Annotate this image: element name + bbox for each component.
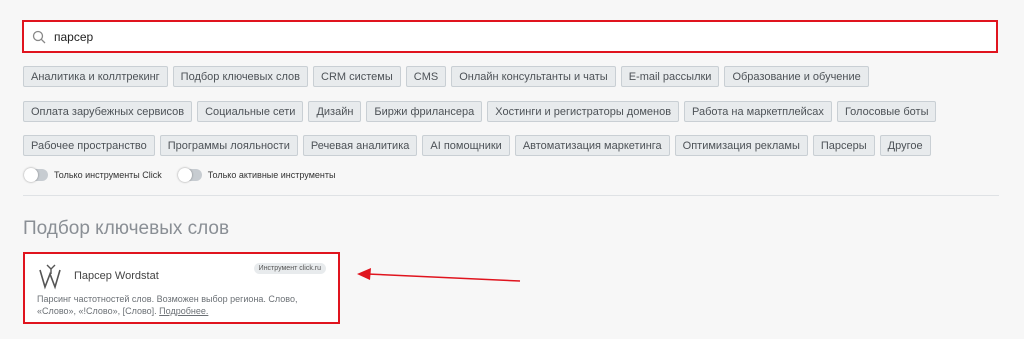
category-tag[interactable]: Биржи фрилансера [366,101,483,122]
category-tag[interactable]: Оптимизация рекламы [674,135,808,156]
category-tag[interactable]: Голосовые боты [836,101,937,122]
toggle-switch[interactable] [24,168,48,182]
section-title: Подбор ключевых слов [23,218,230,239]
category-tag[interactable]: Подбор ключевых слов [172,66,308,87]
category-tag[interactable]: Речевая аналитика [302,135,418,156]
search-box[interactable] [22,20,998,53]
category-tag[interactable]: Работа на маркетплейсах [684,101,832,122]
category-tag[interactable]: CRM системы [313,66,401,87]
category-tag[interactable]: CMS [405,66,447,87]
card-badge: Инструмент click.ru [253,263,326,274]
toggle-click-only-label: Только инструменты Click [54,170,162,180]
category-tag[interactable]: Парсеры [812,135,875,156]
category-tag[interactable]: Аналитика и коллтрекинг [23,66,168,87]
search-input[interactable] [54,29,954,44]
category-tags-row-2: Оплата зарубежных сервисов Социальные сет… [23,101,937,122]
category-tag[interactable]: Онлайн консультанты и чаты [451,66,616,87]
toggle-switch[interactable] [177,168,202,182]
category-tag[interactable]: Хостинги и регистраторы доменов [487,101,680,122]
category-tag[interactable]: Другое [879,135,931,156]
category-tag[interactable]: Программы лояльности [159,135,298,156]
toggle-active-only-label: Только активные инструменты [207,170,336,180]
divider [23,195,999,196]
annotation-arrow-icon [357,268,521,282]
tool-card-wordstat[interactable]: Парсер Wordstat Инструмент click.ru Парс… [23,252,340,324]
category-tag[interactable]: Образование и обучение [724,66,869,87]
card-title: Парсер Wordstat [74,270,159,282]
card-description: Парсинг частотностей слов. Возможен выбо… [37,293,327,317]
category-tag[interactable]: E-mail рассылки [620,66,720,87]
filter-toggles: Только инструменты Click Только активные… [24,168,351,182]
category-tag[interactable]: Автоматизация маркетинга [514,135,670,156]
wordstat-logo-icon [37,262,65,290]
category-tag[interactable]: Рабочее пространство [23,135,155,156]
category-tag[interactable]: Дизайн [308,101,362,122]
category-tag[interactable]: Социальные сети [197,101,304,122]
search-icon [32,29,48,45]
category-tags-row-1: Аналитика и коллтрекинг Подбор ключевых с… [23,66,869,87]
category-tag[interactable]: AI помощники [422,135,510,156]
category-tags-row-3: Рабочее пространство Программы лояльности… [23,135,931,156]
card-more-link[interactable]: Подробнее. [159,306,208,316]
toggle-active-only[interactable]: Только активные инструменты [177,168,336,182]
toggle-click-only[interactable]: Только инструменты Click [24,168,162,182]
category-tag[interactable]: Оплата зарубежных сервисов [23,101,193,122]
